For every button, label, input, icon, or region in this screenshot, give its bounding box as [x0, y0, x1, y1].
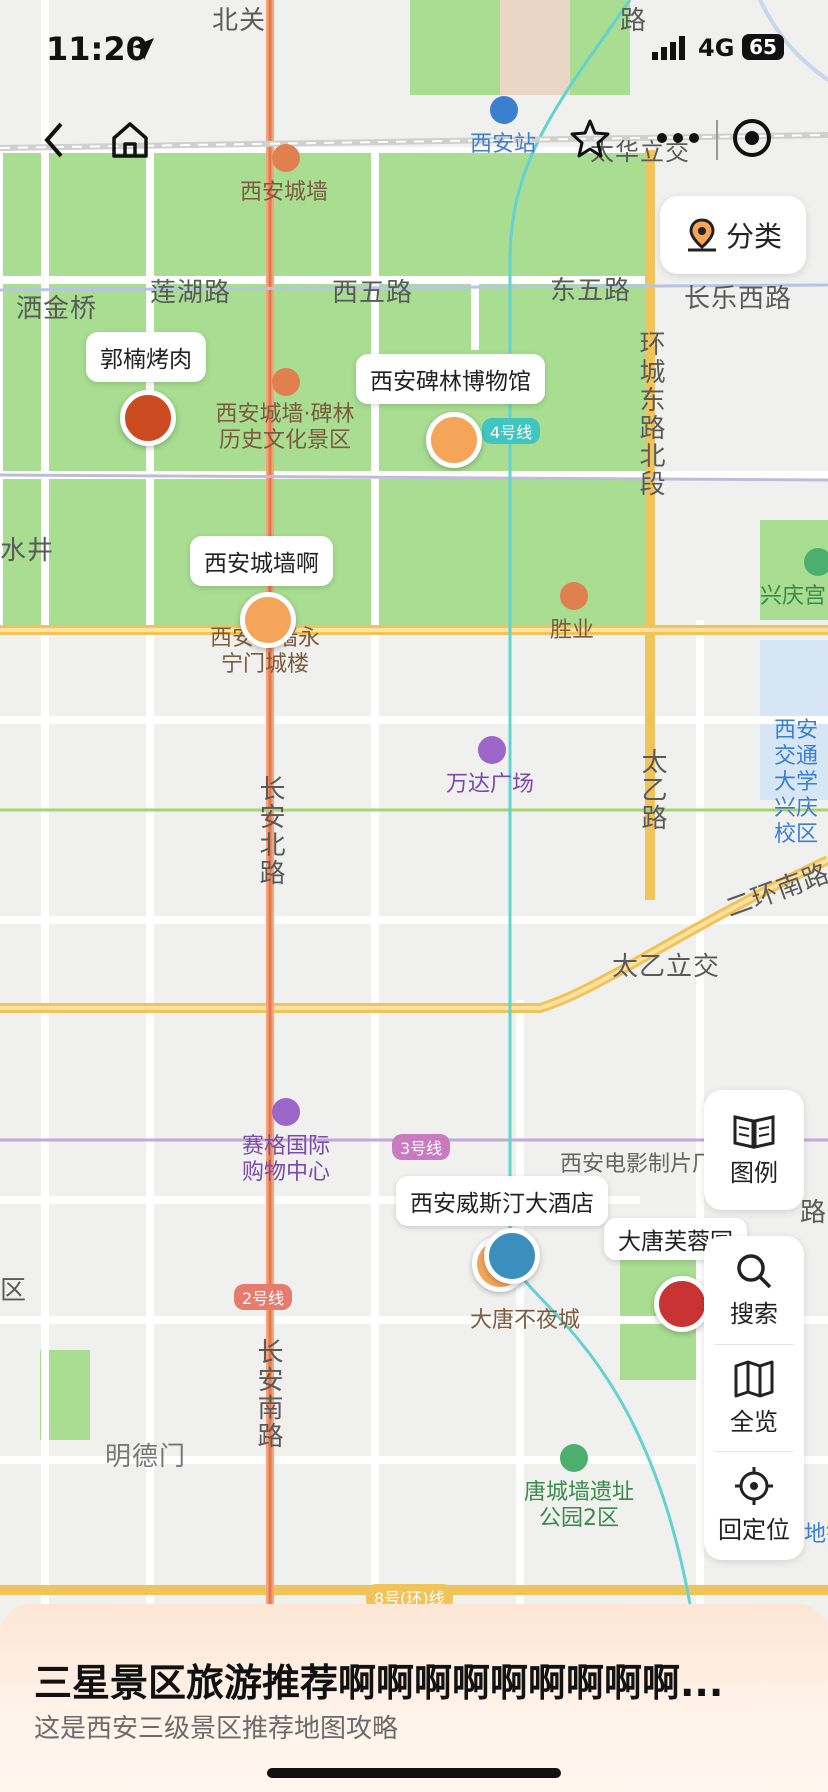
guide-title: 三星景区旅游推荐啊啊啊啊啊啊啊啊啊... — [34, 1661, 724, 1705]
legend-panel: 图例 — [704, 1090, 804, 1210]
book-icon — [733, 1114, 775, 1149]
poi-label: 兴庆宫 — [760, 584, 827, 609]
park-icon — [804, 548, 828, 576]
star-icon — [570, 119, 610, 158]
marker-pin[interactable] — [120, 390, 176, 446]
poi-label: 万达广场 — [446, 772, 535, 797]
marker-label[interactable]: 西安城墙啊 — [190, 536, 333, 586]
legend-button[interactable]: 图例 — [704, 1090, 804, 1210]
back-button[interactable] — [24, 110, 84, 170]
poi-label: 西安电影制片厂 — [560, 1152, 715, 1177]
road-label: 西五路 — [332, 278, 414, 308]
guide-subtitle: 这是西安三级景区推荐地图攻略 — [34, 1714, 399, 1744]
road-label: 莲湖路 — [150, 278, 232, 308]
nav-divider — [716, 120, 718, 160]
map-pin-icon — [687, 218, 716, 252]
overview-button[interactable]: 全览 — [704, 1345, 804, 1451]
status-bar: 11:20 4G 65 — [0, 0, 828, 96]
network-type: 4G — [698, 34, 735, 62]
nav-bar — [0, 104, 828, 178]
more-dots-icon — [657, 133, 699, 143]
poi-label: 西安城墙 — [240, 180, 329, 205]
marker-pin[interactable] — [240, 592, 296, 648]
shop-icon — [478, 736, 506, 764]
poi-label: 西安交通大学兴庆校区 — [773, 718, 818, 847]
road-label: 明德门 — [105, 1442, 187, 1472]
marker-pin[interactable] — [426, 412, 482, 468]
road-label: 长安南路 — [253, 1338, 283, 1450]
road-label: 长乐西路 — [684, 284, 793, 314]
park-icon — [560, 1444, 588, 1472]
metro-line-tag: 4号线 — [482, 418, 541, 444]
relocate-button[interactable]: 回定位 — [704, 1452, 804, 1558]
poi-icon — [272, 368, 300, 396]
crosshair-icon — [735, 1466, 773, 1505]
home-button[interactable] — [100, 110, 160, 170]
overview-label: 全览 — [730, 1407, 778, 1436]
marker-label[interactable]: 西安威斯汀大酒店 — [396, 1176, 608, 1226]
category-button[interactable]: 分类 — [660, 196, 806, 274]
marker-pin[interactable] — [654, 1276, 710, 1332]
home-indicator — [267, 1768, 561, 1778]
road-label: 长安北路 — [255, 775, 285, 887]
road-label: 洒金桥 — [16, 294, 98, 324]
poi-label: 唐城墙遗址公园2区 — [523, 1480, 634, 1531]
marker-label[interactable]: 西安碑林博物馆 — [356, 354, 545, 404]
shop-icon — [272, 1098, 300, 1126]
signal-icon — [652, 36, 685, 60]
battery-level: 65 — [742, 34, 784, 60]
road-label: 太乙立交 — [612, 952, 721, 982]
search-button[interactable]: 搜索 — [704, 1236, 804, 1344]
metro-line-tag: 3号线 — [392, 1134, 451, 1160]
relocate-label: 回定位 — [718, 1515, 790, 1544]
more-button[interactable] — [648, 108, 708, 168]
home-icon — [112, 122, 148, 158]
close-miniprogram-button[interactable] — [722, 108, 782, 168]
bottom-info-card[interactable]: 三星景区旅游推荐啊啊啊啊啊啊啊啊啊... 这是西安三级景区推荐地图攻略 — [0, 1604, 828, 1792]
map-icon — [734, 1360, 774, 1397]
map-tools-panel: 搜索 全览 回定位 — [704, 1236, 804, 1560]
chevron-left-icon — [44, 122, 63, 158]
road-label: 水井 — [0, 536, 55, 566]
search-icon — [737, 1253, 772, 1288]
marker-pin[interactable] — [484, 1228, 540, 1284]
category-label: 分类 — [725, 220, 782, 253]
poi-label: 胜业 — [550, 618, 595, 643]
search-label: 搜索 — [730, 1299, 778, 1328]
metro-line-tag: 2号线 — [234, 1284, 293, 1310]
road-label: 东五路 — [550, 276, 632, 306]
poi-icon — [560, 582, 588, 610]
legend-label: 图例 — [730, 1158, 778, 1187]
marker-label[interactable]: 郭楠烤肉 — [86, 332, 206, 382]
target-circle-icon — [733, 119, 771, 157]
poi-label: 地铁 — [804, 1522, 828, 1547]
poi-label: 西安城墙·碑林历史文化景区 — [215, 402, 355, 453]
favorite-button[interactable] — [560, 108, 620, 168]
poi-label: 赛格国际购物中心 — [241, 1134, 330, 1185]
location-arrow-icon — [132, 38, 154, 60]
road-label: 路 — [800, 1198, 828, 1228]
road-label: 环城东路北段 — [635, 330, 665, 498]
road-label: 区 — [0, 1276, 28, 1306]
poi-label: 大唐不夜城 — [470, 1308, 581, 1333]
road-label: 太乙路 — [637, 748, 667, 832]
